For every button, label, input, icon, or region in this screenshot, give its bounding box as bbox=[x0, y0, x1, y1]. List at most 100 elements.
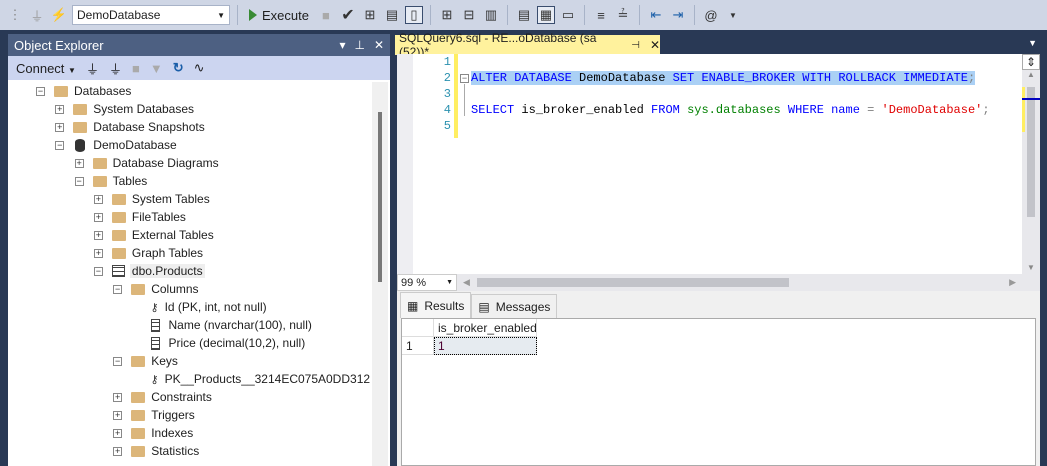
tab-messages[interactable]: ▤ Messages bbox=[471, 294, 558, 318]
tree-item[interactable]: − DemoDatabase bbox=[55, 136, 177, 154]
split-icon[interactable]: ⇕ bbox=[1022, 54, 1040, 70]
tree-item[interactable]: Price (decimal(10,2), null) bbox=[133, 334, 306, 352]
tab-sqlquery6[interactable]: SQLQuery6.sql - RE...oDatabase (sa (52))… bbox=[395, 31, 660, 59]
tree-item[interactable]: − Keys bbox=[113, 352, 178, 370]
tree-item[interactable]: + Triggers bbox=[113, 406, 195, 424]
tree-item[interactable]: − Tables bbox=[74, 172, 147, 190]
stop-icon[interactable]: ■ bbox=[132, 61, 140, 76]
filter-icon[interactable]: ▼ bbox=[150, 61, 163, 76]
expand-icon[interactable]: + bbox=[55, 104, 65, 114]
tree-item[interactable]: + System Databases bbox=[55, 100, 194, 118]
tree-item-label: Id (PK, int, not null) bbox=[164, 300, 267, 314]
results-grid[interactable]: is_broker_enabled 1 1 bbox=[401, 318, 1036, 466]
stop-icon[interactable]: ■ bbox=[317, 6, 335, 24]
code-line[interactable]: SELECT is_broker_enabled FROM sys.databa… bbox=[471, 103, 990, 117]
code-line[interactable]: ALTER DATABASE DemoDatabase SET ENABLE_B… bbox=[471, 71, 976, 85]
scrollbar-thumb[interactable] bbox=[1027, 87, 1035, 217]
expand-icon[interactable]: + bbox=[55, 122, 65, 132]
pin-icon[interactable]: ⊣ bbox=[631, 40, 640, 51]
actual-plan-icon[interactable]: ⊞ bbox=[438, 6, 456, 24]
display-plan-icon[interactable]: ⊞ bbox=[361, 6, 379, 24]
tree-item[interactable]: + Constraints bbox=[113, 388, 212, 406]
expand-icon[interactable]: + bbox=[74, 158, 84, 168]
live-stats-icon[interactable]: ⊟ bbox=[460, 6, 478, 24]
increase-indent-icon[interactable]: ⇥ bbox=[669, 6, 687, 24]
tree-item[interactable]: ⚷ PK__Products__3214EC075A0DD312 bbox=[133, 370, 371, 388]
expand-icon[interactable]: + bbox=[93, 194, 103, 204]
tree-item[interactable]: − Columns bbox=[113, 280, 199, 298]
scroll-right-icon[interactable]: ▶ bbox=[1009, 277, 1016, 288]
folder-icon bbox=[111, 229, 126, 241]
toolbar-overflow-icon[interactable]: ▼ bbox=[724, 6, 742, 24]
query-options-icon[interactable]: ▤ bbox=[383, 6, 401, 24]
collapse-icon[interactable]: − bbox=[113, 284, 123, 294]
editor-vertical-scrollbar[interactable]: ⇕ ▲ ▼ bbox=[1022, 54, 1040, 274]
expand-icon[interactable]: + bbox=[113, 392, 123, 402]
intellisense-icon[interactable]: ▯ bbox=[404, 6, 423, 24]
tree-item[interactable]: − dbo.Products bbox=[93, 262, 205, 280]
horizontal-scrollbar-thumb[interactable] bbox=[477, 278, 789, 287]
expand-icon[interactable]: + bbox=[113, 410, 123, 420]
scroll-up-icon[interactable]: ▲ bbox=[1022, 70, 1040, 79]
collapse-icon[interactable]: − bbox=[36, 86, 45, 96]
tree-item-label: PK__Products__3214EC075A0DD312 bbox=[164, 372, 371, 386]
results-to-file-icon[interactable]: ▭ bbox=[559, 6, 577, 24]
tree-item[interactable]: Name (nvarchar(100), null) bbox=[133, 316, 312, 334]
activity-monitor-icon[interactable]: ∿ bbox=[194, 60, 205, 76]
tree-item[interactable]: − Databases bbox=[36, 82, 131, 100]
collapse-icon[interactable]: − bbox=[93, 266, 103, 276]
close-icon[interactable]: ✕ bbox=[374, 38, 384, 52]
expand-icon[interactable]: + bbox=[93, 230, 103, 240]
collapse-icon[interactable]: − bbox=[460, 74, 469, 83]
scroll-left-icon[interactable]: ◀ bbox=[463, 277, 470, 288]
tree-item[interactable]: + Graph Tables bbox=[93, 244, 203, 262]
execute-button[interactable]: Execute bbox=[245, 8, 313, 23]
expand-icon[interactable]: + bbox=[93, 212, 103, 222]
tree-item[interactable]: + Indexes bbox=[113, 424, 193, 442]
parse-check-icon[interactable]: ✔ bbox=[339, 6, 357, 24]
window-position-icon[interactable]: ▾ bbox=[339, 38, 345, 52]
uncomment-icon[interactable]: ≟ bbox=[614, 6, 632, 24]
tree-item[interactable]: + Statistics bbox=[113, 442, 199, 460]
tree-item[interactable]: + FileTables bbox=[93, 208, 186, 226]
expand-icon[interactable]: + bbox=[113, 446, 123, 456]
expand-icon[interactable]: + bbox=[93, 248, 103, 258]
database-select[interactable]: DemoDatabase ▼ bbox=[72, 5, 230, 25]
collapse-icon[interactable]: − bbox=[113, 356, 123, 366]
result-cell[interactable]: 1 bbox=[434, 337, 537, 355]
scroll-down-icon[interactable]: ▼ bbox=[1022, 263, 1040, 272]
expand-icon[interactable]: + bbox=[113, 428, 123, 438]
code-token: WITH bbox=[802, 71, 832, 85]
results-to-grid-icon[interactable]: ▦ bbox=[536, 6, 555, 24]
scrollbar-thumb[interactable] bbox=[378, 112, 382, 282]
collapse-icon[interactable]: − bbox=[74, 176, 84, 186]
tab-overflow-icon[interactable]: ▼ bbox=[1028, 38, 1037, 48]
tree-item-label: Price (decimal(10,2), null) bbox=[168, 336, 306, 350]
tree-item[interactable]: + External Tables bbox=[93, 226, 214, 244]
disconnect-icon[interactable]: ⏚ bbox=[109, 59, 122, 78]
comment-icon[interactable]: ≡ bbox=[592, 6, 610, 24]
pin-icon[interactable]: ⊥ bbox=[354, 38, 364, 52]
client-stats-icon[interactable]: ▥ bbox=[482, 6, 500, 24]
tree-item[interactable]: + Database Diagrams bbox=[74, 154, 219, 172]
refresh-icon[interactable]: ↻ bbox=[173, 60, 184, 76]
zoom-bar: 99 % ▼ ◀ ▶ bbox=[397, 274, 1040, 291]
change-connection-icon[interactable]: ⚡ bbox=[50, 6, 68, 24]
tab-results[interactable]: ▦ Results bbox=[400, 292, 472, 318]
zoom-select[interactable]: 99 % ▼ bbox=[397, 274, 457, 291]
collapse-icon[interactable]: − bbox=[55, 140, 65, 150]
tree-scrollbar[interactable] bbox=[372, 82, 388, 466]
connect-plug-icon[interactable]: ⏚ bbox=[86, 59, 99, 78]
tree-item[interactable]: + System Tables bbox=[93, 190, 210, 208]
column-header[interactable]: is_broker_enabled bbox=[434, 319, 537, 337]
folder-icon bbox=[131, 391, 146, 403]
query-editor[interactable]: − 1 2 ALTER DATABASE DemoDatabase SET ENAB… bbox=[397, 54, 1040, 274]
decrease-indent-icon[interactable]: ⇤ bbox=[647, 6, 665, 24]
results-to-text-icon[interactable]: ▤ bbox=[515, 6, 533, 24]
tree-item[interactable]: ⚷ Id (PK, int, not null) bbox=[133, 298, 267, 316]
close-tab-icon[interactable]: ✕ bbox=[650, 38, 660, 52]
connect-plug-icon[interactable]: ⏚ bbox=[28, 6, 46, 24]
tree-item[interactable]: + Database Snapshots bbox=[55, 118, 205, 136]
connect-button[interactable]: Connect ▼ bbox=[16, 61, 76, 76]
specify-values-icon[interactable]: @ bbox=[702, 6, 720, 24]
